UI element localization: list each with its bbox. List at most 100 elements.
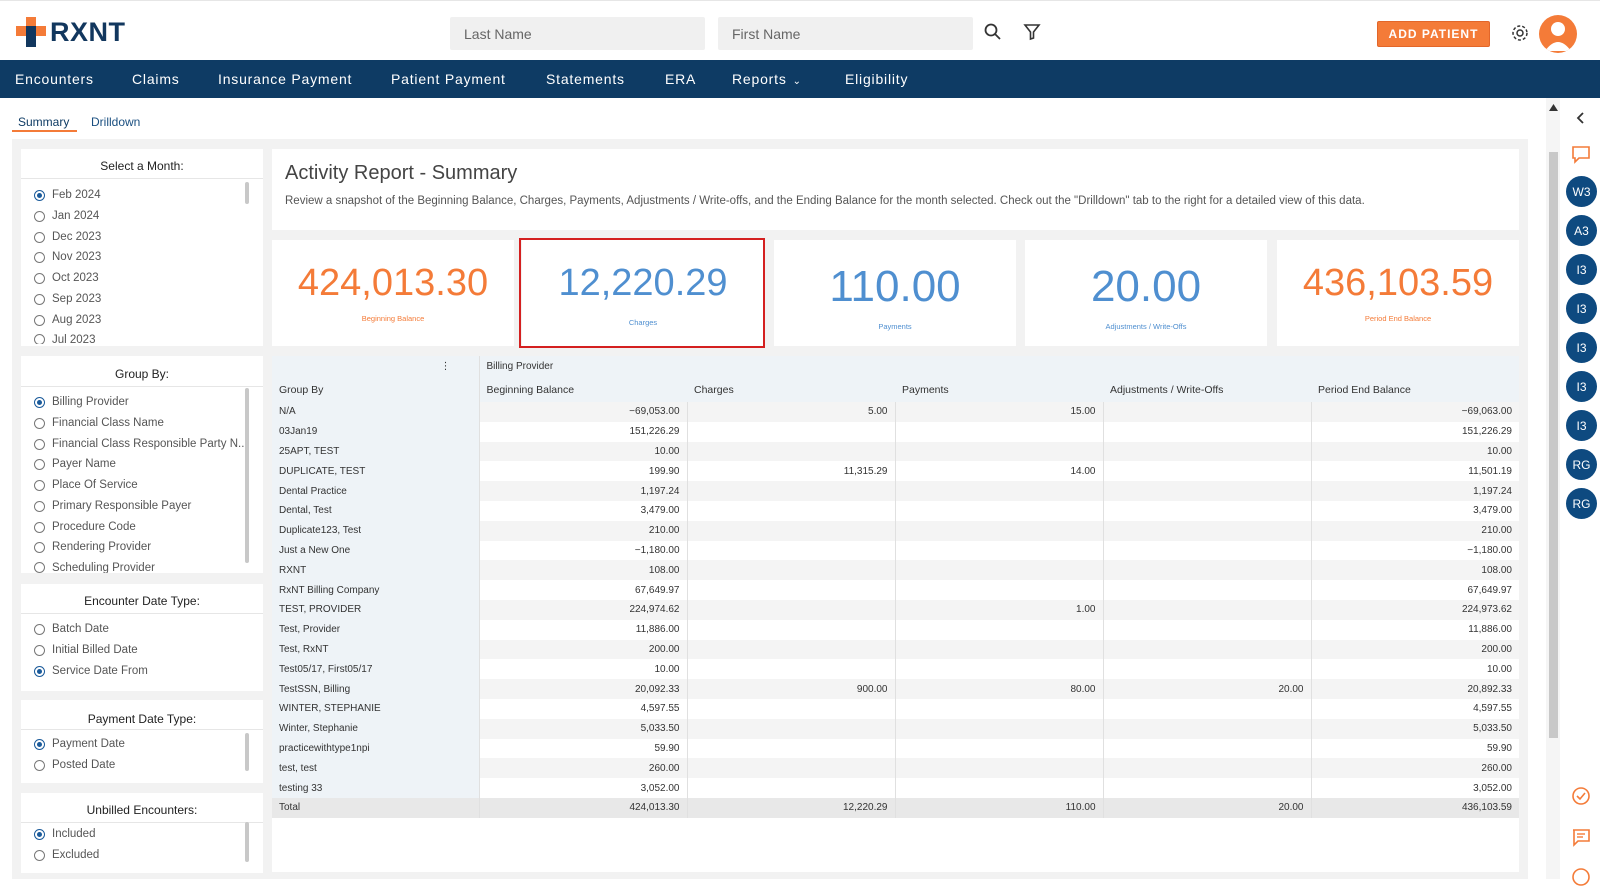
payment-date-option[interactable]: Payment Date [34, 738, 125, 750]
value-cell: 1,197.24 [478, 481, 687, 501]
user-badge[interactable]: A3 [1566, 215, 1597, 246]
user-badge[interactable]: I3 [1566, 332, 1597, 363]
month-option[interactable]: Oct 2023 [34, 272, 99, 284]
kpi-value: 20.00 [1090, 262, 1202, 311]
tab-drilldown[interactable]: Drilldown [91, 115, 140, 129]
table-row: Test, Provider 11,886.00 11,886.00 [272, 619, 1519, 640]
month-option[interactable]: Feb 2024 [34, 189, 101, 201]
value-cell: 424,013.30 [478, 797, 687, 818]
message-icon[interactable] [1570, 826, 1592, 848]
group-by-option[interactable]: Financial Class Name [34, 417, 164, 429]
nav-era[interactable]: ERA [665, 60, 696, 98]
nav-eligibility[interactable]: Eligibility [845, 60, 908, 98]
report-title: Activity Report - Summary [285, 162, 518, 184]
group-by-scrollbar[interactable] [245, 388, 249, 563]
nav-insurance-payment[interactable]: Insurance Payment [218, 60, 352, 98]
add-patient-button[interactable]: ADD PATIENT [1377, 21, 1490, 47]
kpi-adjustments: 20.00 Adjustments / Write-Offs [1025, 240, 1267, 346]
unbilled-option-label: Excluded [52, 849, 100, 861]
user-badge[interactable]: I3 [1566, 293, 1597, 324]
month-option[interactable]: Nov 2023 [34, 251, 101, 263]
search-icon[interactable] [982, 21, 1004, 43]
nav-statements[interactable]: Statements [546, 60, 625, 98]
kpi-period-end-balance: 436,103.59 Period End Balance [1277, 240, 1519, 346]
user-badge[interactable]: I3 [1566, 254, 1597, 285]
nav-encounters[interactable]: Encounters [15, 60, 94, 98]
table-row: testing 33 3,052.00 3,052.00 [272, 778, 1519, 798]
group-by-option[interactable]: Billing Provider [34, 396, 129, 408]
scroll-up-icon[interactable] [1549, 104, 1558, 111]
unbilled-encounters-title: Unbilled Encounters: [21, 793, 263, 823]
nav-claims[interactable]: Claims [132, 60, 180, 98]
value-cell: 10.00 [1310, 441, 1519, 462]
column-header[interactable]: Period End Balance [1311, 377, 1519, 402]
tab-summary[interactable]: Summary [18, 115, 69, 129]
group-by-option[interactable]: Primary Responsible Payer [34, 500, 191, 512]
group-by-title: Group By: [21, 356, 263, 387]
radio-icon [34, 210, 45, 222]
value-cell: 260.00 [1310, 758, 1519, 779]
value-cell [686, 421, 895, 442]
help-icon[interactable] [1570, 866, 1592, 888]
chevron-left-icon[interactable] [1575, 112, 1587, 124]
main-nav: Encounters Claims Insurance Payment Pati… [0, 60, 1600, 98]
rxnt-logo[interactable]: RXNT [16, 17, 126, 47]
user-avatar[interactable] [1539, 15, 1577, 53]
row-label-cell: RxNT Billing Company [272, 580, 479, 600]
column-header[interactable]: Adjustments / Write-Offs [1103, 377, 1311, 402]
month-option[interactable]: Jan 2024 [34, 210, 99, 222]
encounter-date-option[interactable]: Batch Date [34, 623, 109, 635]
group-by-option[interactable]: Procedure Code [34, 521, 136, 533]
user-badge[interactable]: RG [1566, 449, 1597, 480]
value-cell [894, 659, 1103, 680]
column-menu-icon[interactable]: ⋮ [272, 356, 479, 377]
report-table-container: ⋮ Billing Provider Group By Beginning Ba… [272, 356, 1519, 872]
nav-patient-payment[interactable]: Patient Payment [391, 60, 506, 98]
last-name-input[interactable] [450, 17, 705, 50]
column-header[interactable]: Group By [272, 377, 479, 402]
first-name-input[interactable] [718, 17, 973, 50]
month-option[interactable]: Sep 2023 [34, 293, 101, 305]
group-by-option[interactable]: Place Of Service [34, 479, 138, 491]
user-badge[interactable]: I3 [1566, 371, 1597, 402]
encounter-date-option[interactable]: Service Date From [34, 665, 148, 677]
group-by-option[interactable]: Financial Class Responsible Party N... [34, 438, 248, 450]
value-cell [1102, 402, 1311, 422]
value-cell: 5,033.50 [1310, 718, 1519, 739]
check-circle-icon[interactable] [1570, 785, 1592, 807]
group-by-option[interactable]: Rendering Provider [34, 541, 151, 553]
value-cell: −1,180.00 [478, 540, 687, 561]
value-cell: 199.90 [478, 461, 687, 482]
payment-date-scrollbar[interactable] [245, 733, 249, 771]
unbilled-scrollbar[interactable] [245, 822, 249, 862]
gear-icon[interactable] [1509, 22, 1531, 44]
column-header[interactable]: Charges [687, 377, 895, 402]
nav-reports[interactable]: Reports ⌄ [732, 60, 802, 98]
radio-icon [34, 417, 45, 429]
chat-bubble-icon[interactable] [1570, 143, 1592, 165]
month-option[interactable]: Jul 2023 [34, 334, 95, 344]
group-by-option[interactable]: Payer Name [34, 458, 116, 470]
encounter-date-option[interactable]: Initial Billed Date [34, 644, 138, 656]
value-cell [894, 698, 1103, 719]
table-row: RxNT Billing Company 67,649.97 67,649.97 [272, 580, 1519, 600]
column-header[interactable]: Payments [895, 377, 1103, 402]
row-label-cell: N/A [272, 402, 479, 422]
value-cell [686, 778, 895, 798]
column-header[interactable]: Beginning Balance [478, 377, 687, 402]
month-scrollbar[interactable] [245, 182, 249, 204]
user-badge[interactable]: I3 [1566, 410, 1597, 441]
unbilled-option[interactable]: Excluded [34, 849, 99, 861]
unbilled-option[interactable]: Included [34, 828, 95, 840]
value-cell: 4,597.55 [1310, 698, 1519, 719]
value-cell: −69,063.00 [1310, 402, 1519, 422]
group-by-option[interactable]: Scheduling Provider [34, 562, 155, 573]
filter-icon[interactable] [1021, 21, 1043, 43]
month-option[interactable]: Dec 2023 [34, 231, 101, 243]
user-badge[interactable]: W3 [1566, 176, 1597, 207]
page-scrollbar-thumb[interactable] [1549, 152, 1558, 738]
payment-date-option[interactable]: Posted Date [34, 759, 115, 771]
user-badge[interactable]: RG [1566, 488, 1597, 519]
value-cell: 200.00 [1310, 639, 1519, 660]
month-option[interactable]: Aug 2023 [34, 314, 101, 326]
